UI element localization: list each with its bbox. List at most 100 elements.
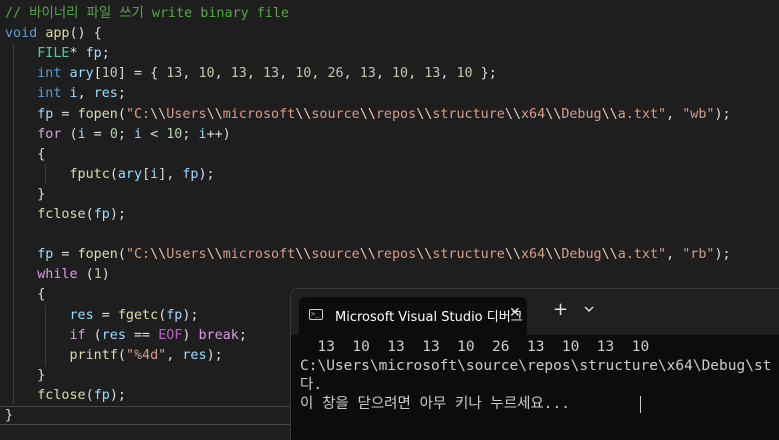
console-output-path: C:\Users\microsoft\source\repos\structur…: [300, 358, 772, 374]
code-token: ): [182, 327, 199, 343]
code-line: // 바이너리 파일 쓰기 write binary file: [5, 4, 289, 24]
code-token: \\: [359, 247, 376, 263]
code-token: fclose: [37, 387, 86, 403]
code-token: ): [101, 267, 110, 283]
code-token: EOF: [158, 327, 183, 343]
code-line: fputc(ary[i], fp);: [5, 165, 215, 185]
close-tab-icon[interactable]: ✕: [509, 305, 521, 321]
code-token: "rb": [682, 247, 715, 263]
code-token: structure: [432, 106, 505, 122]
code-token: fclose: [37, 207, 86, 222]
code-token: x64: [521, 106, 546, 122]
debug-console-window[interactable]: >_ Microsoft Visual Studio 디버그 ✕ + 13 10…: [290, 288, 779, 440]
console-output-prompt: 이 창을 닫으려면 아무 키나 누르세요...: [300, 396, 570, 412]
code-line: FILE* fp;: [5, 44, 110, 64]
code-token: ;: [182, 126, 199, 142]
code-token: ,: [375, 66, 392, 82]
code-token: fp: [93, 387, 110, 403]
code-token: 10: [295, 66, 312, 82]
code-token: for: [37, 126, 62, 142]
code-line: while (1): [5, 265, 110, 285]
code-token: Debug: [561, 106, 602, 122]
code-token: (: [117, 247, 126, 263]
code-token: (: [109, 166, 118, 182]
code-token: "C:: [125, 106, 151, 122]
code-token: a.txt": [617, 106, 667, 122]
code-token: fp: [37, 247, 54, 263]
code-token: Debug: [561, 247, 602, 263]
code-token: =: [85, 126, 110, 142]
code-token: (: [85, 387, 94, 403]
code-token: ,: [666, 106, 683, 122]
code-token: Users: [166, 106, 207, 122]
code-token: =: [53, 106, 78, 122]
code-token: (: [77, 267, 94, 283]
code-token: source: [311, 247, 360, 263]
code-line: {: [5, 145, 45, 165]
code-token: fgetc: [117, 307, 159, 323]
code-token: ],: [158, 166, 183, 182]
code-token: <: [142, 126, 167, 142]
code-token: res: [182, 347, 207, 363]
code-token: 13: [166, 66, 183, 82]
code-token: \\: [601, 247, 618, 263]
code-token: 10: [456, 66, 473, 82]
code-token: (: [61, 126, 78, 142]
code-token: int: [37, 66, 62, 82]
console-output-values: 13 10 13 13 10 26 13 10 13 10: [300, 339, 650, 355]
code-token: );: [206, 347, 223, 363]
code-token: ,: [246, 66, 263, 82]
code-line: fclose(fp);: [5, 205, 126, 225]
code-token: i: [134, 126, 143, 142]
code-token: ,: [182, 66, 199, 82]
code-token: microsoft: [222, 247, 296, 263]
code-line: fp = fopen("C:\\Users\\microsoft\\source…: [5, 245, 731, 265]
code-token: (: [85, 327, 102, 343]
code-line: {: [5, 285, 45, 305]
code-token: *: [69, 46, 86, 62]
code-token: repos: [375, 247, 417, 263]
code-line: res = fgetc(fp);: [5, 306, 199, 326]
code-token: ;: [101, 46, 110, 62]
code-token: );: [109, 207, 126, 222]
code-line: fclose(fp);: [5, 386, 126, 406]
code-token: ,: [666, 247, 683, 263]
code-token: 10: [166, 126, 183, 142]
code-token: 13: [230, 66, 247, 82]
code-token: while: [37, 267, 78, 283]
code-token: {: [5, 146, 46, 162]
code-token: printf: [69, 347, 118, 363]
console-tab-title: Microsoft Visual Studio 디버그: [335, 310, 523, 325]
code-token: ,: [166, 347, 183, 363]
code-token: ] = {: [117, 66, 167, 82]
code-token: structure: [432, 247, 505, 263]
chevron-down-icon[interactable]: [583, 303, 595, 315]
code-token: =: [53, 247, 78, 263]
console-tab[interactable]: >_ Microsoft Visual Studio 디버그 ✕: [299, 297, 527, 335]
code-token: \\: [545, 106, 562, 122]
code-token: \\: [295, 247, 312, 263]
console-output-wrap: 다.: [300, 377, 323, 393]
code-line: void app() {: [5, 24, 102, 44]
code-token: ,: [77, 86, 94, 102]
code-token: \\: [504, 106, 521, 122]
code-token: );: [714, 247, 731, 263]
code-token: 13: [424, 66, 441, 82]
code-token: ,: [214, 66, 231, 82]
code-token: }: [5, 367, 46, 383]
code-token: [: [93, 66, 102, 82]
code-token: 13: [359, 66, 376, 82]
code-token: a.txt": [617, 247, 667, 263]
code-token: ++): [206, 126, 231, 142]
code-token: \\: [150, 247, 167, 263]
code-token: \\: [504, 247, 521, 263]
code-token: ,: [343, 66, 360, 82]
code-token: void: [5, 26, 38, 42]
new-tab-button[interactable]: +: [553, 301, 568, 319]
